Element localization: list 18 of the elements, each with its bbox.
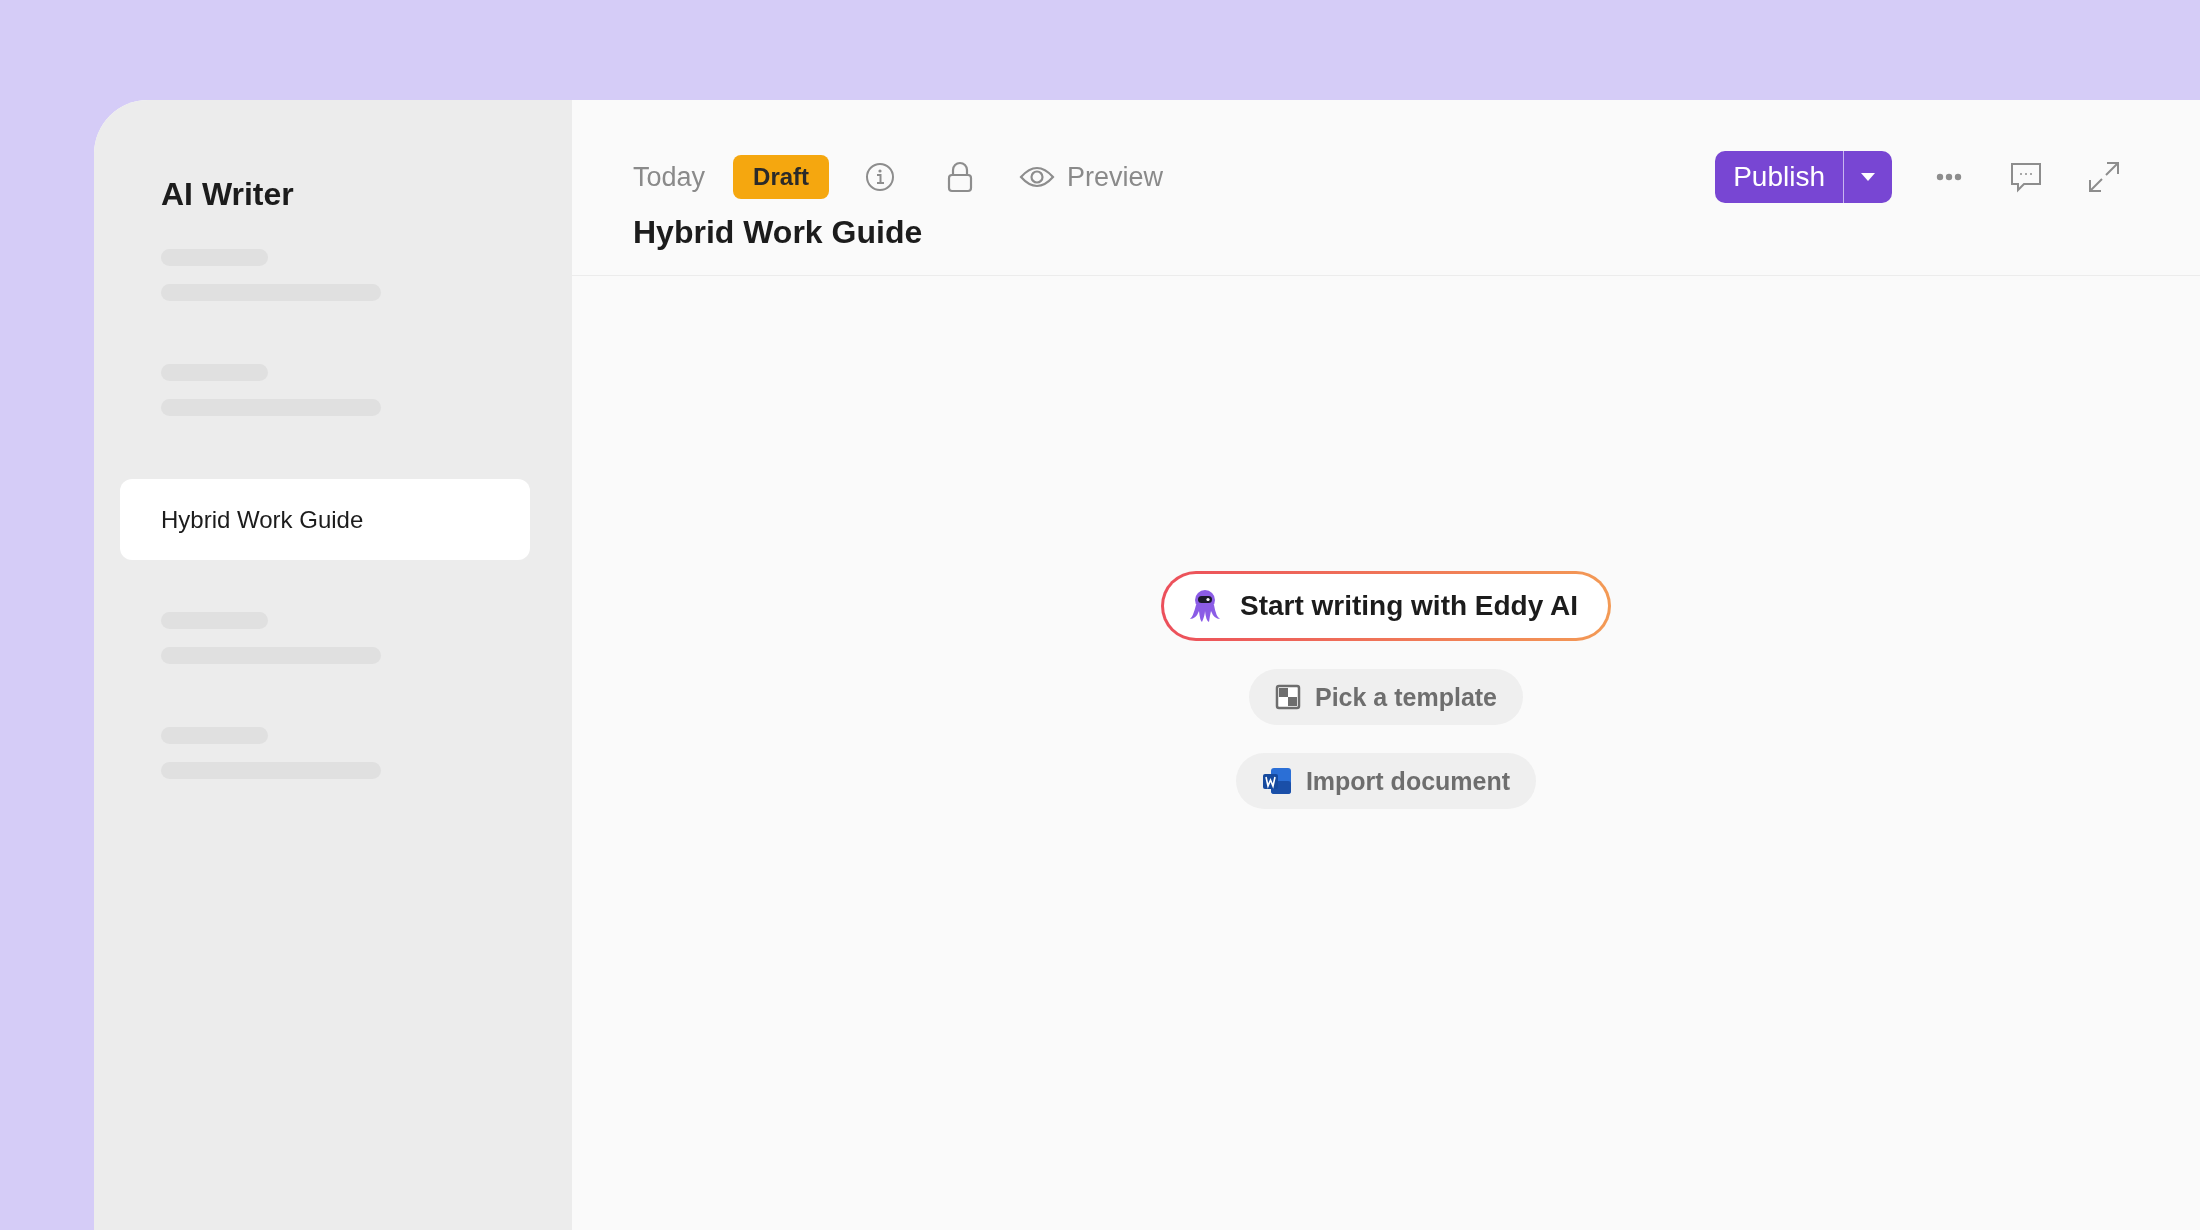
- template-button[interactable]: Pick a template: [1249, 669, 1523, 725]
- sidebar-item[interactable]: Hybrid Work Guide: [120, 479, 530, 560]
- octopus-icon: [1189, 589, 1220, 623]
- date-label: Today: [633, 161, 706, 193]
- eye-icon: [1019, 164, 1056, 190]
- document-app-icon: [1261, 767, 1292, 795]
- template-icon: [1275, 684, 1301, 710]
- more-icon[interactable]: [1936, 173, 1962, 181]
- import-button[interactable]: Import document: [1235, 753, 1537, 809]
- lock-icon[interactable]: [947, 161, 974, 193]
- caret-icon: [1860, 172, 1876, 182]
- preview-button[interactable]: Preview: [1019, 161, 1164, 193]
- status-badge: Draft: [733, 155, 830, 199]
- info-icon[interactable]: [865, 162, 896, 192]
- app-title: AI Writer: [161, 176, 295, 213]
- expand-icon[interactable]: [2088, 161, 2120, 193]
- document-title: Hybrid Work Guide: [633, 214, 924, 251]
- comment-icon[interactable]: [2010, 161, 2042, 193]
